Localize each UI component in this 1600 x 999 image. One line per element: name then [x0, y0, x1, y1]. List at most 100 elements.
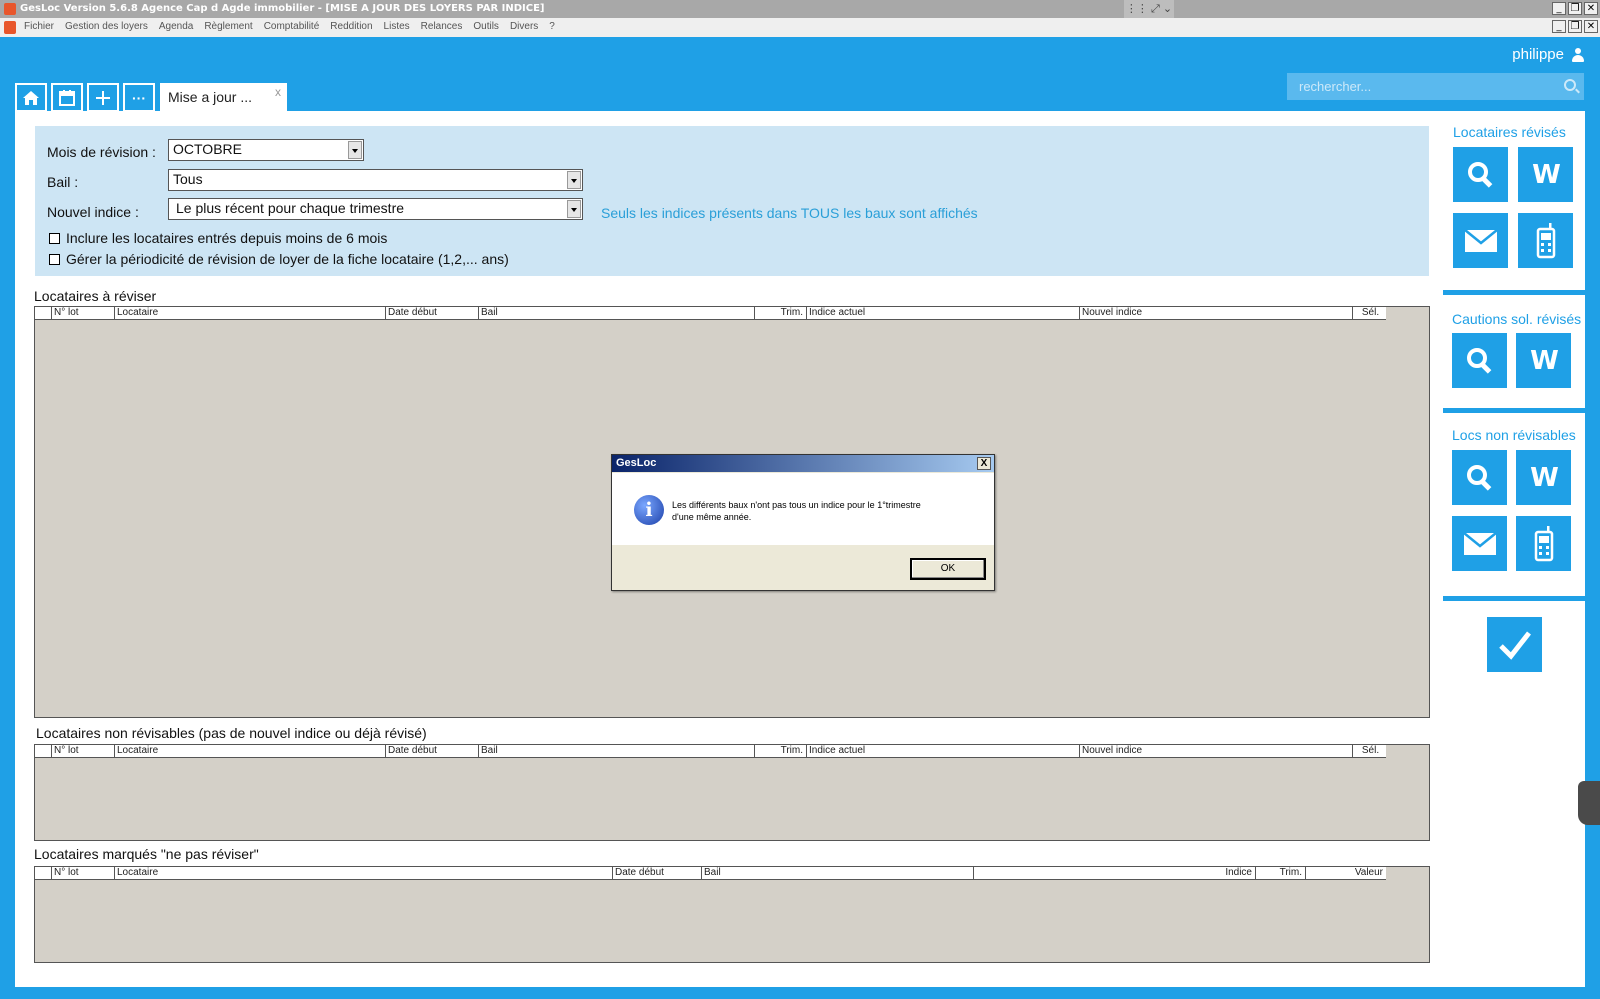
indice-hint: Seuls les indices présents dans TOUS les… — [601, 205, 978, 221]
cautions-search-button[interactable] — [1452, 333, 1507, 388]
menu-comptabilite[interactable]: Comptabilité — [264, 21, 320, 32]
col-sel[interactable]: Sél. — [1352, 745, 1386, 758]
revises-word-button[interactable]: W — [1518, 147, 1573, 202]
more-button[interactable]: ··· — [123, 83, 155, 112]
col-lot[interactable]: N° lot — [51, 307, 114, 320]
checkbox[interactable] — [49, 253, 60, 265]
checkbox-label: Gérer la périodicité de révision de loye… — [66, 251, 509, 267]
col-lot[interactable]: N° lot — [51, 867, 114, 880]
dialog-message-line1: Les différents baux n'ont pas tous un in… — [672, 500, 921, 510]
checkbox-periodicity[interactable]: Gérer la périodicité de révision de loye… — [49, 251, 509, 267]
plus-icon — [96, 90, 110, 105]
col-nouvel-indice[interactable]: Nouvel indice — [1079, 307, 1352, 320]
grid-non-revisables[interactable]: N° lot Locataire Date début Bail Trim. I… — [34, 744, 1430, 841]
col-lot[interactable]: N° lot — [51, 745, 114, 758]
calendar-button[interactable] — [51, 83, 83, 112]
dialog-close-icon[interactable]: X — [977, 457, 991, 470]
menu-gestion-loyers[interactable]: Gestion des loyers — [65, 21, 148, 32]
chevron-down-icon[interactable] — [567, 171, 581, 189]
mail-icon — [1462, 531, 1497, 555]
revises-search-button[interactable] — [1453, 147, 1508, 202]
menu-listes[interactable]: Listes — [384, 21, 410, 32]
grid-header: N° lot Locataire Date début Bail Trim. I… — [35, 745, 1386, 758]
grid-ne-pas-reviser[interactable]: N° lot Locataire Date début Bail Indice … — [34, 866, 1430, 963]
child-window-controls: _ ❐ ✕ — [1552, 20, 1598, 33]
col-indice-actuel[interactable]: Indice actuel — [806, 745, 1079, 758]
revises-email-button[interactable] — [1453, 213, 1508, 268]
nonrev-word-button[interactable]: W — [1516, 450, 1571, 505]
col-trim[interactable]: Trim. — [1255, 867, 1305, 880]
checkbox[interactable] — [49, 232, 60, 244]
word-icon: W — [1530, 345, 1559, 376]
chevron-down-icon[interactable] — [567, 200, 581, 218]
nonrev-search-button[interactable] — [1452, 450, 1507, 505]
dialog-titlebar: GesLoc X — [612, 455, 994, 472]
menu-bar: Fichier Gestion des loyers Agenda Règlem… — [0, 18, 1600, 37]
col-trim[interactable]: Trim. — [754, 307, 806, 320]
calendar-icon — [59, 89, 75, 106]
col-trim[interactable]: Trim. — [754, 745, 806, 758]
col-bail[interactable]: Bail — [478, 745, 754, 758]
col-valeur[interactable]: Valeur — [1305, 867, 1386, 880]
menu-reglement[interactable]: Règlement — [204, 21, 252, 32]
menu-divers[interactable]: Divers — [510, 21, 538, 32]
mobile-phone-icon — [1534, 525, 1553, 561]
col-date-debut[interactable]: Date début — [385, 307, 478, 320]
close-icon[interactable]: ✕ — [1584, 2, 1598, 15]
dialog-title: GesLoc — [616, 457, 657, 469]
menu-agenda[interactable]: Agenda — [159, 21, 193, 32]
bail-select[interactable]: Tous — [168, 169, 583, 191]
titlebar-tools[interactable]: ⋮⋮ ⤢ ⌄ — [1124, 0, 1174, 18]
restore-icon[interactable]: ❐ — [1568, 2, 1582, 15]
cautions-word-button[interactable]: W — [1516, 333, 1571, 388]
tab-mise-a-jour[interactable]: Mise a jour ... x — [160, 83, 287, 112]
menu-outils[interactable]: Outils — [473, 21, 499, 32]
nonrev-email-button[interactable] — [1452, 516, 1507, 571]
revises-title: Locataires révisés — [1453, 124, 1566, 140]
menu-help[interactable]: ? — [549, 21, 555, 32]
col-nouvel-indice[interactable]: Nouvel indice — [1079, 745, 1352, 758]
ok-button[interactable]: OK — [910, 558, 986, 580]
col-sel[interactable]: Sél. — [1352, 307, 1386, 320]
col-indice-actuel[interactable]: Indice actuel — [806, 307, 1079, 320]
section-title-a-reviser: Locataires à réviser — [34, 288, 157, 304]
section-title-ne-pas-reviser: Locataires marqués "ne pas réviser" — [34, 846, 259, 862]
menu-reddition[interactable]: Reddition — [330, 21, 372, 32]
indice-select[interactable]: Le plus récent pour chaque trimestre — [168, 198, 583, 220]
add-button[interactable] — [87, 83, 119, 112]
child-restore-icon[interactable]: ❐ — [1568, 20, 1582, 33]
user-icon — [1572, 47, 1584, 62]
bail-label: Bail : — [47, 174, 79, 190]
validate-button[interactable] — [1487, 617, 1542, 672]
checkbox-recent-tenants[interactable]: Inclure les locataires entrés depuis moi… — [49, 230, 387, 246]
col-date-debut[interactable]: Date début — [612, 867, 701, 880]
menu-relances[interactable]: Relances — [421, 21, 463, 32]
revises-sms-button[interactable] — [1518, 213, 1573, 268]
minimize-icon[interactable]: _ — [1552, 2, 1566, 15]
user-menu[interactable]: philippe — [1512, 46, 1584, 63]
child-close-icon[interactable]: ✕ — [1584, 20, 1598, 33]
col-indice[interactable]: Indice — [973, 867, 1255, 880]
col-locataire[interactable]: Locataire — [114, 867, 612, 880]
nonrev-sms-button[interactable] — [1516, 516, 1571, 571]
search-input[interactable]: rechercher... — [1287, 73, 1584, 100]
grid-header: N° lot Locataire Date début Bail Indice … — [35, 867, 1386, 880]
child-minimize-icon[interactable]: _ — [1552, 20, 1566, 33]
col-bail[interactable]: Bail — [478, 307, 754, 320]
search-icon[interactable] — [1564, 79, 1576, 91]
side-widget-handle[interactable] — [1578, 781, 1600, 825]
menu-fichier[interactable]: Fichier — [24, 21, 54, 32]
col-bail[interactable]: Bail — [701, 867, 973, 880]
col-date-debut[interactable]: Date début — [385, 745, 478, 758]
chevron-down-icon[interactable] — [348, 141, 362, 159]
document-icon — [4, 21, 16, 34]
separator — [1443, 408, 1585, 413]
tab-close-icon[interactable]: x — [275, 85, 281, 99]
col-locataire[interactable]: Locataire — [114, 307, 385, 320]
user-name: philippe — [1512, 46, 1564, 63]
mois-label: Mois de révision : — [47, 144, 156, 160]
col-locataire[interactable]: Locataire — [114, 745, 385, 758]
home-button[interactable] — [15, 83, 47, 112]
mois-select[interactable]: OCTOBRE — [168, 139, 364, 161]
non-revisables-title: Locs non révisables — [1452, 427, 1576, 443]
